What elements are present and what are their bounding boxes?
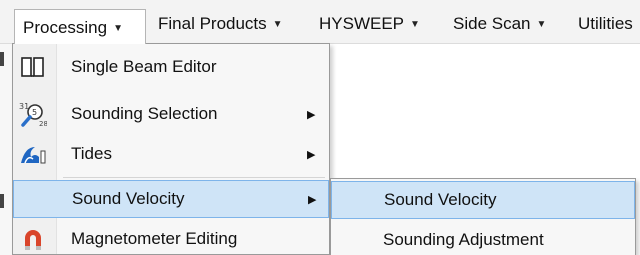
- menu-side-scan-label: Side Scan: [453, 14, 531, 33]
- tides-icon: [19, 141, 47, 167]
- svg-text:28: 28: [39, 120, 47, 128]
- menu-item-label: Single Beam Editor: [71, 57, 217, 76]
- chevron-down-icon: ▼: [113, 22, 124, 34]
- menu-item-sound-velocity[interactable]: Sound Velocity ▶: [13, 180, 329, 218]
- chevron-right-icon: ▶: [308, 193, 317, 206]
- menu-item-label: Sounding Selection: [71, 104, 218, 123]
- menu-hysweep[interactable]: HYSWEEP ▼: [311, 12, 428, 36]
- processing-dropdown: Single Beam Editor 31 5 28 Sounding Sele…: [12, 43, 330, 255]
- menu-processing-label: Processing: [23, 18, 108, 37]
- submenu-item-sound-velocity[interactable]: Sound Velocity: [331, 181, 635, 219]
- submenu-item-label: Sound Velocity: [384, 190, 497, 209]
- menu-final-products[interactable]: Final Products ▼: [150, 12, 291, 36]
- menu-side-scan[interactable]: Side Scan ▼: [445, 12, 554, 36]
- menu-utilities-label: Utilities: [578, 14, 633, 33]
- menu-item-magnetometer-editing[interactable]: Magnetometer Editing: [13, 220, 329, 255]
- svg-text:5: 5: [32, 108, 37, 117]
- magnetometer-icon: [19, 226, 47, 252]
- menu-item-tides[interactable]: Tides ▶: [13, 135, 329, 173]
- submenu-item-sounding-adjustment[interactable]: Sounding Adjustment: [331, 221, 635, 255]
- menu-separator: [63, 177, 325, 178]
- menu-utilities[interactable]: Utilities: [570, 12, 640, 36]
- chevron-down-icon: ▼: [410, 18, 420, 30]
- toolbar-tick: [0, 52, 4, 66]
- menu-final-products-label: Final Products: [158, 14, 267, 33]
- menu-bar: Processing ▼ Final Products ▼ HYSWEEP ▼ …: [0, 0, 640, 44]
- submenu-item-label: Sounding Adjustment: [383, 230, 544, 249]
- sound-velocity-submenu: Sound Velocity Sounding Adjustment: [330, 178, 636, 255]
- chevron-down-icon: ▼: [272, 18, 283, 30]
- chevron-right-icon: ▶: [307, 148, 316, 161]
- sounding-selection-icon: 31 5 28: [19, 101, 47, 128]
- chevron-down-icon: ▼: [536, 18, 547, 30]
- menu-item-label: Tides: [71, 144, 112, 163]
- toolbar-tick: [0, 194, 4, 208]
- menu-item-label: Sound Velocity: [72, 189, 185, 208]
- menu-processing[interactable]: Processing ▼: [14, 9, 146, 44]
- menu-item-label: Magnetometer Editing: [71, 229, 238, 248]
- chevron-right-icon: ▶: [307, 108, 316, 121]
- menu-item-sounding-selection[interactable]: 31 5 28 Sounding Selection ▶: [13, 95, 329, 133]
- single-beam-editor-icon: [19, 54, 47, 80]
- menu-item-single-beam-editor[interactable]: Single Beam Editor: [13, 48, 329, 86]
- menu-hysweep-label: HYSWEEP: [319, 14, 405, 33]
